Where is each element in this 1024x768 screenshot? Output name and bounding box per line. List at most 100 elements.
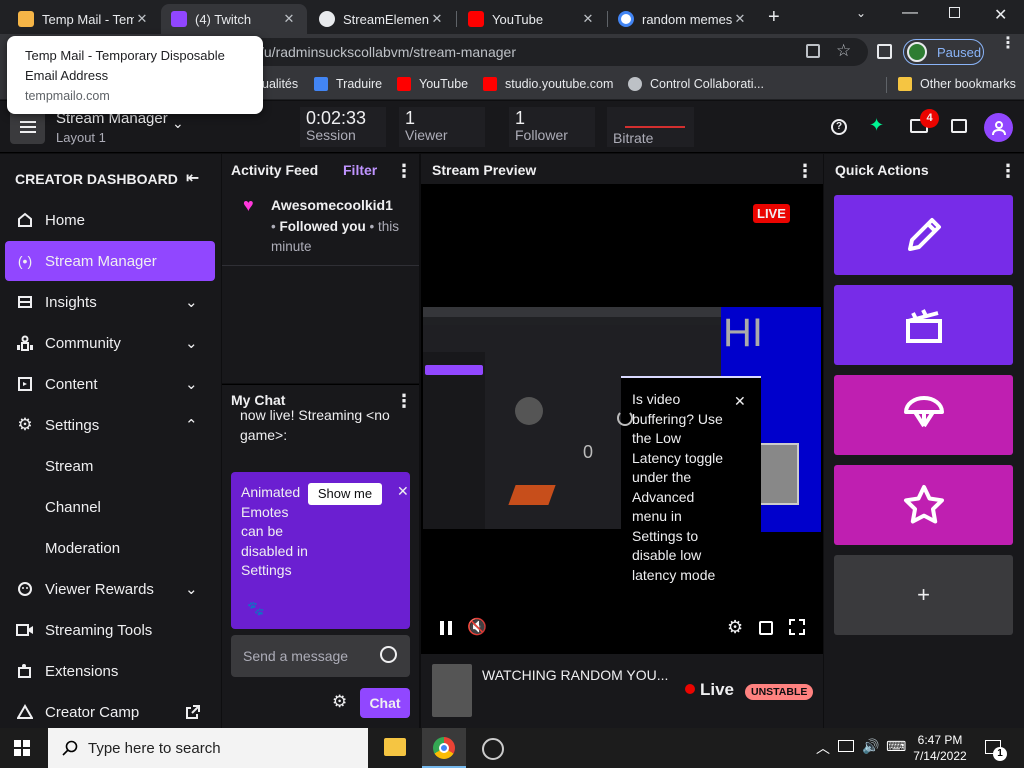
close-icon[interactable]: ✕ <box>580 11 596 27</box>
close-window-button[interactable]: ✕ <box>994 5 1007 25</box>
star-icon <box>903 485 944 524</box>
emote-picker-icon[interactable] <box>380 646 397 663</box>
close-icon[interactable]: ✕ <box>429 11 445 27</box>
quick-action-run-ad[interactable] <box>834 375 1013 455</box>
add-quick-action-button[interactable]: + <box>834 555 1013 635</box>
clip-icon[interactable] <box>759 621 773 635</box>
tab-google[interactable]: random memes ✕ <box>608 4 758 34</box>
bookmark-item[interactable]: YouTube <box>397 77 468 91</box>
pause-icon[interactable] <box>440 621 452 635</box>
network-icon[interactable] <box>838 740 854 752</box>
tab-streamelements[interactable]: StreamElements ✕ <box>309 4 455 34</box>
youtube-icon <box>397 77 411 91</box>
viewer-value: 1 <box>405 108 416 128</box>
sidebar-item-creator-camp[interactable]: Creator Camp <box>5 692 215 732</box>
tab-title: Temp Mail - Tem <box>42 11 134 27</box>
sidebar-item-settings[interactable]: ⚙ Settings ⌃ <box>5 405 215 445</box>
close-icon[interactable]: ✕ <box>134 11 150 27</box>
tab-hover-tooltip: Temp Mail - Temporary Disposable Email A… <box>7 36 263 114</box>
whispers-icon[interactable] <box>951 119 967 133</box>
close-icon[interactable]: ✕ <box>281 11 297 27</box>
chevron-down-icon[interactable]: ⌄ <box>185 580 205 598</box>
other-bookmarks[interactable]: Other bookmarks <box>898 77 1016 91</box>
quick-action-edit-stream-info[interactable] <box>834 195 1013 275</box>
chat-input[interactable]: Send a message <box>231 635 410 677</box>
bookmark-item[interactable]: Control Collaborati... <box>628 77 764 91</box>
chevron-down-icon[interactable]: ⌄ <box>185 293 205 311</box>
bookmark-item[interactable]: Traduire <box>314 77 382 91</box>
tab-youtube[interactable]: YouTube ✕ <box>458 4 606 34</box>
file-explorer-icon[interactable] <box>384 738 406 756</box>
new-tab-button[interactable]: + <box>768 6 780 29</box>
sidebar-item-label: Settings <box>45 416 100 434</box>
mute-icon[interactable]: 🔇 <box>467 617 487 637</box>
sidebar-subitem-moderation[interactable]: Moderation <box>45 540 120 557</box>
show-me-button[interactable]: Show me <box>308 483 382 505</box>
minimize-button[interactable]: — <box>902 4 918 22</box>
sidebar-item-extensions[interactable]: Extensions <box>5 651 215 691</box>
sidebar-subitem-stream[interactable]: Stream <box>45 458 93 475</box>
player-settings-gear-icon[interactable]: ⚙ <box>727 617 743 638</box>
taskbar-search-box[interactable]: Type here to search <box>48 728 368 768</box>
sidebar-item-label: Insights <box>45 293 97 311</box>
more-options-icon[interactable]: ⋮ <box>999 162 1017 180</box>
share-icon[interactable] <box>806 44 820 58</box>
tab-temp-mail[interactable]: Temp Mail - Tem ✕ <box>8 4 160 34</box>
session-stat: 0:02:33 Session <box>300 107 386 147</box>
activity-username[interactable]: Awesomecoolkid1 <box>271 197 393 213</box>
address-bar[interactable]: /u/radminsuckscollabvm/stream-manager <box>238 38 868 66</box>
obs-icon[interactable] <box>482 738 504 760</box>
chat-settings-gear-icon[interactable]: ⚙ <box>332 692 347 712</box>
filter-button[interactable]: Filter <box>343 162 377 178</box>
user-avatar[interactable] <box>984 113 1013 142</box>
sidebar-item-streaming-tools[interactable]: Streaming Tools <box>5 610 215 650</box>
sidebar-item-content[interactable]: Content ⌄ <box>5 364 215 404</box>
collapse-sidebar-icon[interactable]: ⇤ <box>186 168 199 188</box>
chevron-up-icon[interactable]: ⌃ <box>185 416 205 434</box>
more-options-icon[interactable]: ⋮ <box>395 162 413 180</box>
more-options-icon[interactable]: ⋮ <box>796 162 814 180</box>
help-icon[interactable]: ? <box>831 119 847 135</box>
sidebar-item-viewer-rewards[interactable]: Viewer Rewards ⌄ <box>5 569 215 609</box>
chevron-down-icon[interactable]: ⌄ <box>172 115 184 132</box>
profile-status: Paused <box>937 44 982 60</box>
layout-label: Layout 1 <box>56 130 106 145</box>
bookmark-label: YouTube <box>419 77 469 91</box>
sidebar-item-community[interactable]: Community ⌄ <box>5 323 215 363</box>
volume-icon[interactable]: 🔊 <box>862 738 879 755</box>
fullscreen-icon[interactable] <box>789 619 805 635</box>
windows-start-icon[interactable] <box>14 740 30 756</box>
sparkle-icon[interactable]: ✦ <box>869 115 884 136</box>
quick-action-clip[interactable] <box>834 285 1013 365</box>
bookmark-star-icon[interactable]: ☆ <box>836 41 851 61</box>
sidebar-item-home[interactable]: Home <box>5 200 215 240</box>
side-panel-icon[interactable] <box>877 44 892 59</box>
external-link-icon[interactable] <box>185 704 205 720</box>
restore-button[interactable] <box>949 7 960 18</box>
sidebar-item-stream-manager[interactable]: (•) Stream Manager <box>5 241 215 281</box>
close-icon[interactable]: ✕ <box>397 483 409 500</box>
tooltip-title: Temp Mail - Temporary Disposable Email A… <box>25 48 225 83</box>
quick-action-rewards[interactable] <box>834 465 1013 545</box>
bookmark-item[interactable]: ualités <box>262 77 298 91</box>
taskbar-chrome[interactable] <box>422 728 466 768</box>
show-hidden-icons-chevron[interactable]: ︿ <box>816 738 830 758</box>
chat-send-button[interactable]: Chat <box>360 688 410 718</box>
close-icon[interactable]: ✕ <box>732 11 748 27</box>
chevron-down-icon[interactable]: ⌄ <box>185 375 205 393</box>
close-icon[interactable]: ✕ <box>734 393 746 410</box>
profile-button[interactable]: Paused <box>903 39 984 65</box>
hamburger-menu-icon[interactable] <box>10 109 45 144</box>
chevron-down-icon[interactable]: ⌄ <box>185 334 205 352</box>
session-value: 0:02:33 <box>306 108 367 128</box>
system-clock[interactable]: 6:47 PM 7/14/2022 <box>905 732 975 764</box>
bookmark-item[interactable]: studio.youtube.com <box>483 77 613 91</box>
browser-menu-icon[interactable]: ⋮ <box>1000 36 1016 52</box>
tab-search-icon[interactable]: ⌄ <box>856 6 866 20</box>
sidebar-item-insights[interactable]: Insights ⌄ <box>5 282 215 322</box>
ime-icon[interactable]: ⌨ <box>886 738 906 755</box>
tab-divider <box>456 11 457 27</box>
stream-thumbnail <box>432 664 472 717</box>
tab-twitch[interactable]: (4) Twitch ✕ <box>161 4 307 34</box>
sidebar-subitem-channel[interactable]: Channel <box>45 499 101 516</box>
